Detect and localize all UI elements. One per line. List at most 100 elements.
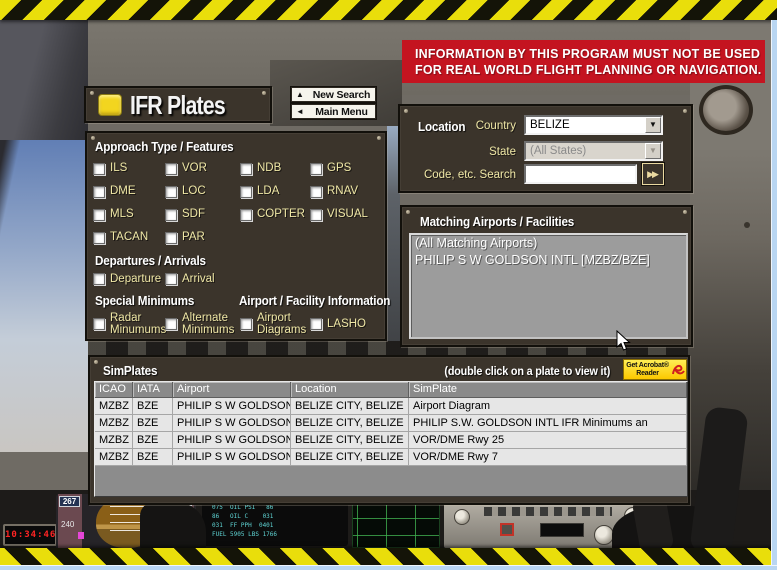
simplates-title: SimPlates	[103, 363, 157, 378]
checkbox-box[interactable]	[310, 209, 322, 221]
checkbox-label: Arrival	[182, 273, 215, 285]
checkbox-copter[interactable]: COPTER	[240, 203, 310, 226]
new-search-button[interactable]: ▲ New Search	[291, 87, 376, 102]
checkbox-box[interactable]	[310, 163, 322, 175]
simplates-panel: SimPlates (double click on a plate to vi…	[88, 355, 690, 505]
double-click-hint: (double click on a plate to view it)	[444, 364, 610, 378]
hazard-stripe-bottom	[0, 548, 777, 565]
checkbox-box[interactable]	[310, 186, 322, 198]
checkbox-lda[interactable]: LDA	[240, 180, 310, 203]
checkbox-par[interactable]: PAR	[165, 226, 240, 249]
checkbox-ils[interactable]: ILS	[93, 157, 165, 180]
table-row[interactable]: MZBZ BZE PHILIP S W GOLDSON IN BELIZE CI…	[95, 449, 687, 466]
special-minimums-title: Special Minimums	[95, 293, 194, 308]
get-acrobat-reader-badge[interactable]: Get Acrobat® Reader	[623, 359, 687, 380]
table-cell: MZBZ	[95, 415, 133, 432]
panel-screw	[744, 222, 750, 228]
radio-knob	[594, 525, 614, 545]
checkbox-box[interactable]	[165, 318, 177, 330]
checkbox-box[interactable]	[165, 163, 177, 175]
checkbox-visual[interactable]: VISUAL	[310, 203, 385, 226]
checkbox-ndb[interactable]: NDB	[240, 157, 310, 180]
list-item[interactable]: (All Matching Airports)	[411, 235, 686, 252]
cockpit-left-frame	[0, 0, 88, 140]
chevron-down-icon[interactable]: ▼	[645, 117, 661, 133]
checkbox-label: ILS	[110, 162, 127, 174]
checkbox-sdf[interactable]: SDF	[165, 203, 240, 226]
acrobat-badge-line2: Reader	[636, 370, 659, 377]
checkbox-vor[interactable]: VOR	[165, 157, 240, 180]
checkbox-box[interactable]	[240, 209, 252, 221]
code-search-input[interactable]	[524, 164, 637, 184]
window-border-right	[771, 20, 777, 570]
checkbox-lasho[interactable]: LASHO	[310, 309, 385, 339]
column-header-location[interactable]: Location	[291, 382, 409, 398]
checkbox-box[interactable]	[165, 209, 177, 221]
checkbox-arrival[interactable]: Arrival	[165, 269, 240, 289]
checkbox-airport-diagrams[interactable]: Airport Diagrams	[240, 309, 310, 339]
state-select[interactable]: (All States) ▼	[524, 141, 663, 161]
checkbox-label: Radar Minumums	[110, 312, 166, 337]
checkbox-box[interactable]	[165, 273, 177, 285]
country-value: BELIZE	[526, 117, 645, 133]
checkbox-box[interactable]	[165, 186, 177, 198]
radio-knob	[454, 509, 470, 525]
search-go-button[interactable]: ▶▶	[642, 163, 664, 185]
checkbox-tacan[interactable]: TACAN	[93, 226, 165, 249]
checkbox-box[interactable]	[93, 232, 105, 244]
table-row[interactable]: MZBZ BZE PHILIP S W GOLDSON IN BELIZE CI…	[95, 415, 687, 432]
checkbox-loc[interactable]: LOC	[165, 180, 240, 203]
left-triangle-icon: ◄	[292, 107, 308, 116]
simplates-table[interactable]: ICAO IATA Airport Location SimPlate MZBZ…	[94, 381, 688, 497]
window-border-bottom	[0, 565, 777, 570]
departures-arrivals-title: Departures / Arrivals	[95, 253, 206, 268]
column-header-airport[interactable]: Airport	[173, 382, 291, 398]
checkbox-label: Departure	[110, 273, 161, 285]
list-item[interactable]: PHILIP S W GOLDSON INTL [MZBZ/BZE]	[411, 252, 686, 269]
airspeed-tick: 240	[61, 520, 74, 529]
checkbox-departure[interactable]: Departure	[93, 269, 165, 289]
checkbox-label: Airport Diagrams	[257, 312, 306, 337]
checkbox-alternate-minimums[interactable]: Alternate Minimums	[165, 309, 240, 339]
airspeed-tape: 267 240	[58, 494, 82, 550]
checkbox-box[interactable]	[93, 163, 105, 175]
checkbox-box[interactable]	[93, 186, 105, 198]
airspeed-value: 267	[59, 496, 80, 507]
table-header-row: ICAO IATA Airport Location SimPlate	[95, 382, 687, 398]
checkbox-dme[interactable]: DME	[93, 180, 165, 203]
checkbox-gps[interactable]: GPS	[310, 157, 385, 180]
table-cell: BZE	[133, 398, 173, 415]
checkbox-radar-minimums[interactable]: Radar Minumums	[93, 309, 165, 339]
checkbox-box[interactable]	[93, 209, 105, 221]
checkbox-mls[interactable]: MLS	[93, 203, 165, 226]
acrobat-badge-line1: Get Acrobat®	[626, 362, 669, 369]
departures-checkbox-row: Departure Arrival	[93, 269, 385, 289]
table-cell: BZE	[133, 432, 173, 449]
column-header-iata[interactable]: IATA	[133, 382, 173, 398]
country-select[interactable]: BELIZE ▼	[524, 115, 663, 135]
column-header-icao[interactable]: ICAO	[95, 382, 133, 398]
table-row[interactable]: MZBZ BZE PHILIP S W GOLDSON IN BELIZE CI…	[95, 398, 687, 415]
table-cell: BZE	[133, 415, 173, 432]
checkbox-box[interactable]	[93, 318, 105, 330]
checkbox-box[interactable]	[310, 318, 322, 330]
checkbox-box[interactable]	[240, 186, 252, 198]
column-header-simplate[interactable]: SimPlate	[409, 382, 687, 398]
dome-light	[699, 85, 753, 135]
checkbox-rnav[interactable]: RNAV	[310, 180, 385, 203]
checkbox-label: LOC	[182, 185, 206, 197]
approach-checkbox-grid: ILS VOR NDB GPS DME LOC LDA RNAV MLS SDF…	[93, 157, 385, 249]
checkbox-box[interactable]	[240, 163, 252, 175]
table-row[interactable]: MZBZ BZE PHILIP S W GOLDSON IN BELIZE CI…	[95, 432, 687, 449]
table-cell: VOR/DME Rwy 7	[409, 449, 687, 466]
checkbox-label: PAR	[182, 231, 205, 243]
new-search-label: New Search	[308, 89, 375, 101]
checkbox-box[interactable]	[165, 232, 177, 244]
checkbox-label: TACAN	[110, 231, 148, 243]
main-menu-button[interactable]: ◄ Main Menu	[291, 104, 376, 119]
table-cell: Airport Diagram	[409, 398, 687, 415]
matching-airports-list[interactable]: (All Matching Airports) PHILIP S W GOLDS…	[409, 233, 688, 339]
checkbox-box[interactable]	[93, 273, 105, 285]
checkbox-box[interactable]	[240, 318, 252, 330]
checkbox-label: MLS	[110, 208, 134, 220]
